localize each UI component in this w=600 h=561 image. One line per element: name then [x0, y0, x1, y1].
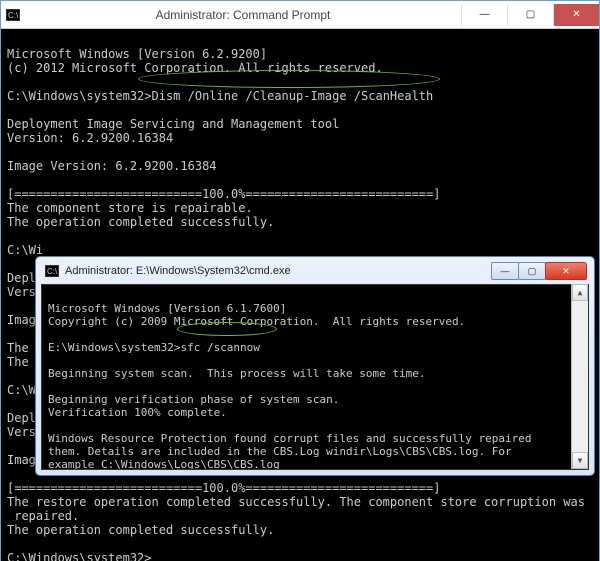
- prompt: C:\Windows\system32>: [7, 551, 152, 561]
- output-line: Windows Resource Protection found corrup…: [48, 432, 531, 445]
- close-button[interactable]: ✕: [545, 262, 587, 280]
- output-line: them. Details are included in the CBS.Lo…: [48, 445, 512, 458]
- output-line: Image Version: 6.2.9200.16384: [7, 159, 217, 173]
- output-line: The operation completed successfully.: [7, 215, 274, 229]
- minimize-button[interactable]: —: [461, 4, 507, 26]
- prompt: E:\Windows\system32>: [48, 341, 180, 354]
- output-line: Verification 100% complete.: [48, 406, 227, 419]
- output-line: Beginning verification phase of system s…: [48, 393, 339, 406]
- window-title-front: Administrator: E:\Windows\System32\cmd.e…: [61, 265, 492, 277]
- output-line: The operation completed successfully.: [7, 523, 274, 537]
- command-prompt-window-front: C:\ Administrator: E:\Windows\System32\c…: [35, 256, 595, 476]
- cmd-icon: C:\: [1, 9, 25, 21]
- titlebar-back[interactable]: C:\ Administrator: Command Prompt — ▢ ✕: [1, 1, 599, 29]
- terminal-output-front[interactable]: Microsoft Windows [Version 6.1.7600] Cop…: [41, 284, 589, 470]
- maximize-button[interactable]: ▢: [518, 262, 546, 280]
- output-line: Beginning system scan. This process will…: [48, 367, 426, 380]
- scroll-down-icon[interactable]: ▼: [572, 452, 588, 469]
- scroll-up-icon[interactable]: ▲: [572, 284, 588, 301]
- window-title-back: Administrator: Command Prompt: [25, 1, 461, 29]
- cmd-icon: C:\: [43, 265, 61, 277]
- close-button[interactable]: ✕: [553, 4, 599, 26]
- prompt: C:\Windows\system32>: [7, 89, 152, 103]
- output-line: [==========================100.0%=======…: [7, 481, 440, 495]
- output-line: example C:\Windows\Logs\CBS\CBS.log: [48, 458, 280, 470]
- output-line: [==========================100.0%=======…: [7, 187, 440, 201]
- titlebar-front[interactable]: C:\ Administrator: E:\Windows\System32\c…: [41, 262, 589, 284]
- output-line: (c) 2012 Microsoft Corporation. All righ…: [7, 61, 383, 75]
- output-line: Microsoft Windows [Version 6.2.9200]: [7, 47, 267, 61]
- output-line: Microsoft Windows [Version 6.1.7600]: [48, 302, 286, 315]
- output-line: The restore operation completed successf…: [7, 495, 585, 509]
- entered-command: Dism /Online /Cleanup-Image /ScanHealth: [152, 89, 434, 103]
- maximize-button[interactable]: ▢: [507, 4, 553, 26]
- output-line: C:\Wi: [7, 243, 43, 257]
- minimize-button[interactable]: —: [491, 262, 519, 280]
- scrollbar-track[interactable]: [572, 301, 588, 452]
- svg-text:C:\: C:\: [8, 11, 19, 20]
- output-line: Deployment Image Servicing and Managemen…: [7, 117, 339, 131]
- output-line: repaired.: [7, 509, 79, 523]
- scrollbar[interactable]: ▲ ▼: [571, 284, 588, 469]
- entered-command: sfc /scannow: [180, 341, 259, 354]
- output-line: The component store is repairable.: [7, 201, 253, 215]
- output-line: Copyright (c) 2009 Microsoft Corporation…: [48, 315, 465, 328]
- output-line: Version: 6.2.9200.16384: [7, 131, 173, 145]
- svg-text:C:\: C:\: [47, 267, 58, 276]
